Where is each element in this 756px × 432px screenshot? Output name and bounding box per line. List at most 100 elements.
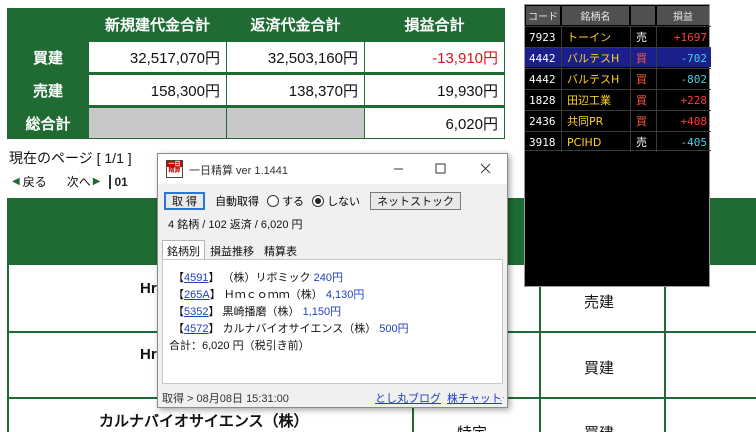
sell-repay-total: 138,370円 xyxy=(227,75,364,105)
list-row-name: Hr xyxy=(140,280,157,297)
total-line: 合計：6,020 円（税引き前） xyxy=(169,340,310,352)
list-item: 【265A】 Ｈｍｃｏｍｍ（株） 4,130円 xyxy=(173,289,365,301)
ticker-pnl: +228 xyxy=(680,93,708,107)
app-icon-bottom: 精算 xyxy=(168,167,181,174)
tab-settlement[interactable]: 精算表 xyxy=(259,240,302,260)
minimize-button[interactable] xyxy=(387,158,409,178)
ticker-code: 4442 xyxy=(529,72,556,86)
resize-grip-icon[interactable]: ⋰ xyxy=(497,396,505,405)
stock-name: （株）リボミック xyxy=(222,272,311,284)
ticker-col-divider xyxy=(630,26,631,152)
radio-auto-yes[interactable]: する xyxy=(267,193,304,209)
stock-code-link[interactable]: 5352 xyxy=(184,306,208,318)
header-repay-total: 返済代金合計 xyxy=(227,9,364,39)
ticker-name: バルテスH xyxy=(567,52,620,65)
stock-code-link[interactable]: 265A xyxy=(184,289,210,301)
maximize-button[interactable] xyxy=(429,158,451,178)
ticker-name: PCIHD xyxy=(567,135,602,149)
ticker-col-divider xyxy=(561,26,562,152)
grid-line xyxy=(539,265,541,432)
chat-link[interactable]: 株チャット xyxy=(447,390,502,406)
radio-auto-no[interactable]: しない xyxy=(312,193,360,209)
ticker-row[interactable]: 1828 田辺工業 買 +228 xyxy=(525,89,711,109)
fetch-button[interactable]: 取 得 xyxy=(164,192,206,210)
ticker-header-pnl: 損益 xyxy=(657,6,709,25)
row-label-sell: 売建 xyxy=(8,75,88,105)
ticker-code: 3918 xyxy=(529,135,556,149)
title-bar[interactable]: 一日 精算 一日精算 ver 1.1441 xyxy=(158,154,507,184)
stock-name: 黒崎播磨（株） xyxy=(222,306,300,318)
minimize-icon xyxy=(393,168,403,169)
ticker-side: 売 xyxy=(636,136,647,149)
list-item: 【5352】 黒崎播磨（株） 1,150円 xyxy=(173,306,342,318)
close-icon xyxy=(480,163,490,173)
ticker-side: 買 xyxy=(636,52,647,65)
ticker-side: 買 xyxy=(636,115,647,128)
ticker-side: 買 xyxy=(636,94,647,107)
fetch-timestamp: 取得 > 08月08日 15:31:00 xyxy=(162,393,289,405)
close-button[interactable] xyxy=(474,158,496,178)
row-label-grand: 総合計 xyxy=(8,108,88,138)
summary-header-row: 新規建代金合計 返済代金合計 損益合計 xyxy=(7,8,505,40)
ticker-header-code: コード xyxy=(526,6,560,25)
list-row-name: カルナバイオサイエンス（株） xyxy=(99,413,309,430)
ticker-row[interactable]: 7923 トーイン 売 +1697 xyxy=(525,26,711,46)
ticker-row-selected[interactable]: 4442 バルテスH 買 -702 xyxy=(525,47,711,67)
buy-pnl-total: -13,910円 xyxy=(365,42,504,72)
app-icon: 一日 精算 xyxy=(166,160,183,178)
tab-pnl-history[interactable]: 損益推移 xyxy=(205,240,259,260)
back-arrow-icon: ◀ xyxy=(12,176,20,187)
ticker-code: 7923 xyxy=(529,30,556,44)
summary-stats: 4 銘柄 / 102 返済 / 6,020 円 xyxy=(168,219,303,231)
grid-line xyxy=(7,265,9,432)
summary-corner xyxy=(8,9,88,39)
page-nav: ◀ 戻る 次へ ▶ 01 xyxy=(12,173,128,190)
ticker-pnl: -702 xyxy=(680,51,708,65)
sell-pnl-total: 19,930円 xyxy=(365,75,504,105)
ticker-side: 買 xyxy=(636,73,647,86)
summary-row-sell: 売建 158,300円 138,370円 19,930円 xyxy=(7,74,505,106)
list-item: 【4591】 （株）リボミック 240円 xyxy=(173,272,343,284)
grand-new-total xyxy=(89,108,226,138)
ticker-row[interactable]: 3918 PCIHD 売 -405 xyxy=(525,131,711,151)
grand-pnl-total: 6,020円 xyxy=(365,108,504,138)
ticker-name: バルテスH xyxy=(567,73,620,86)
forward-arrow-icon: ▶ xyxy=(92,176,101,187)
ticker-row[interactable]: 2436 共同PR 買 +408 xyxy=(525,110,711,130)
page-number-box[interactable]: 01 xyxy=(109,174,128,189)
maximize-icon xyxy=(435,163,445,173)
radio-dot-selected xyxy=(312,195,325,207)
tab-bar: 銘柄別 損益推移 精算表 xyxy=(162,240,302,260)
ticker-code: 1828 xyxy=(529,93,556,107)
radio-dot xyxy=(267,195,280,207)
header-new-total: 新規建代金合計 xyxy=(89,9,226,39)
stock-name: カルナバイオサイエンス（株） xyxy=(222,323,377,335)
list-row-side: 買建 xyxy=(584,360,615,377)
forward-link[interactable]: 次へ xyxy=(67,173,91,190)
row-label-buy: 買建 xyxy=(8,42,88,72)
list-row-side: 買建 xyxy=(584,422,614,432)
ticker-row[interactable]: 4442 バルテスH 買 -802 xyxy=(525,68,711,88)
back-link[interactable]: 戻る xyxy=(23,173,47,190)
ticker-name: トーイン xyxy=(567,31,611,44)
buy-new-total: 32,517,070円 xyxy=(89,42,226,72)
auto-fetch-label: 自動取得 xyxy=(215,196,260,208)
header-pnl-total: 損益合計 xyxy=(365,9,504,39)
summary-table: 新規建代金合計 返済代金合計 損益合計 買建 32,517,070円 32,50… xyxy=(7,8,505,139)
summary-row-buy: 買建 32,517,070円 32,503,160円 -13,910円 xyxy=(7,41,505,73)
buy-repay-total: 32,503,160円 xyxy=(227,42,364,72)
ticker-name: 田辺工業 xyxy=(567,94,611,107)
tab-by-stock[interactable]: 銘柄別 xyxy=(162,240,205,260)
ticker-header-name: 銘柄名 xyxy=(562,6,629,25)
list-row-side: 売建 xyxy=(584,294,615,311)
stock-code-link[interactable]: 4572 xyxy=(184,323,208,335)
stock-name: Ｈｍｃｏｍｍ（株） xyxy=(223,289,323,301)
stock-code-link[interactable]: 4591 xyxy=(184,272,208,284)
app-window: 一日 精算 一日精算 ver 1.1441 取 得 自動取得 する しない ネッ… xyxy=(157,153,508,408)
ticker-pnl: +408 xyxy=(680,114,708,128)
ticker-name: 共同PR xyxy=(567,115,604,128)
blog-link[interactable]: とし丸ブログ xyxy=(375,390,441,406)
ticker-code: 4442 xyxy=(529,51,556,65)
netstock-button[interactable]: ネットストック xyxy=(370,192,462,210)
sell-new-total: 158,300円 xyxy=(89,75,226,105)
